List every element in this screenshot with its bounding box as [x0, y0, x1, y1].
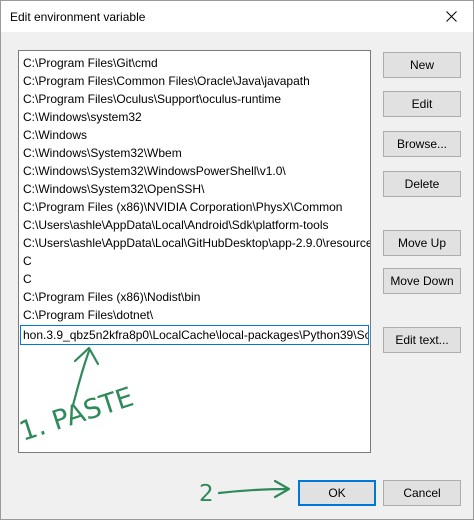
path-list-item[interactable]: C:\Program Files (x86)\NVIDIA Corporatio…: [19, 198, 370, 216]
cancel-button[interactable]: Cancel: [383, 480, 461, 506]
title-bar: Edit environment variable: [1, 1, 473, 32]
ok-button[interactable]: OK: [298, 480, 376, 506]
path-list[interactable]: C:\Program Files\Git\cmd C:\Program File…: [18, 50, 371, 453]
path-edit-field[interactable]: hon.3.9_qbz5n2kfra8p0\LocalCache\local-p…: [20, 325, 369, 345]
path-list-item[interactable]: C:\Windows\System32\OpenSSH\: [19, 180, 370, 198]
move-down-button[interactable]: Move Down: [383, 268, 461, 294]
path-list-item[interactable]: C: [19, 270, 370, 288]
path-list-item[interactable]: C:\Program Files\Oculus\Support\oculus-r…: [19, 90, 370, 108]
path-list-item[interactable]: C:\Windows\System32\Wbem: [19, 144, 370, 162]
new-button[interactable]: New: [383, 52, 461, 78]
path-list-item[interactable]: C:\Windows\system32: [19, 108, 370, 126]
close-icon: [445, 11, 457, 22]
ok-arrow-icon: [217, 487, 289, 495]
path-list-item[interactable]: C:\Windows\System32\WindowsPowerShell\v1…: [19, 162, 370, 180]
path-list-item[interactable]: C:\Program Files\Common Files\Oracle\Jav…: [19, 72, 370, 90]
path-list-item[interactable]: C:\Program Files\Git\cmd: [19, 54, 370, 72]
edit-text-button[interactable]: Edit text...: [383, 327, 461, 353]
path-list-item[interactable]: C:\Windows: [19, 126, 370, 144]
path-list-item[interactable]: C:\Users\ashle\AppData\Local\GitHubDeskt…: [19, 234, 370, 252]
move-up-button[interactable]: Move Up: [383, 230, 461, 256]
window-title: Edit environment variable: [10, 10, 146, 24]
path-list-item[interactable]: C:\Program Files\dotnet\: [19, 306, 370, 324]
path-list-item[interactable]: C:\Users\ashle\AppData\Local\Android\Sdk…: [19, 216, 370, 234]
browse-button[interactable]: Browse...: [383, 131, 461, 157]
close-button[interactable]: [429, 1, 473, 32]
edit-environment-variable-dialog: Edit environment variable C:\Program Fil…: [0, 0, 474, 520]
delete-button[interactable]: Delete: [383, 171, 461, 197]
edit-button[interactable]: Edit: [383, 91, 461, 117]
path-list-item[interactable]: C: [19, 252, 370, 270]
ok-annotation: 2: [199, 481, 214, 507]
path-list-item[interactable]: C:\Program Files (x86)\Nodist\bin: [19, 288, 370, 306]
